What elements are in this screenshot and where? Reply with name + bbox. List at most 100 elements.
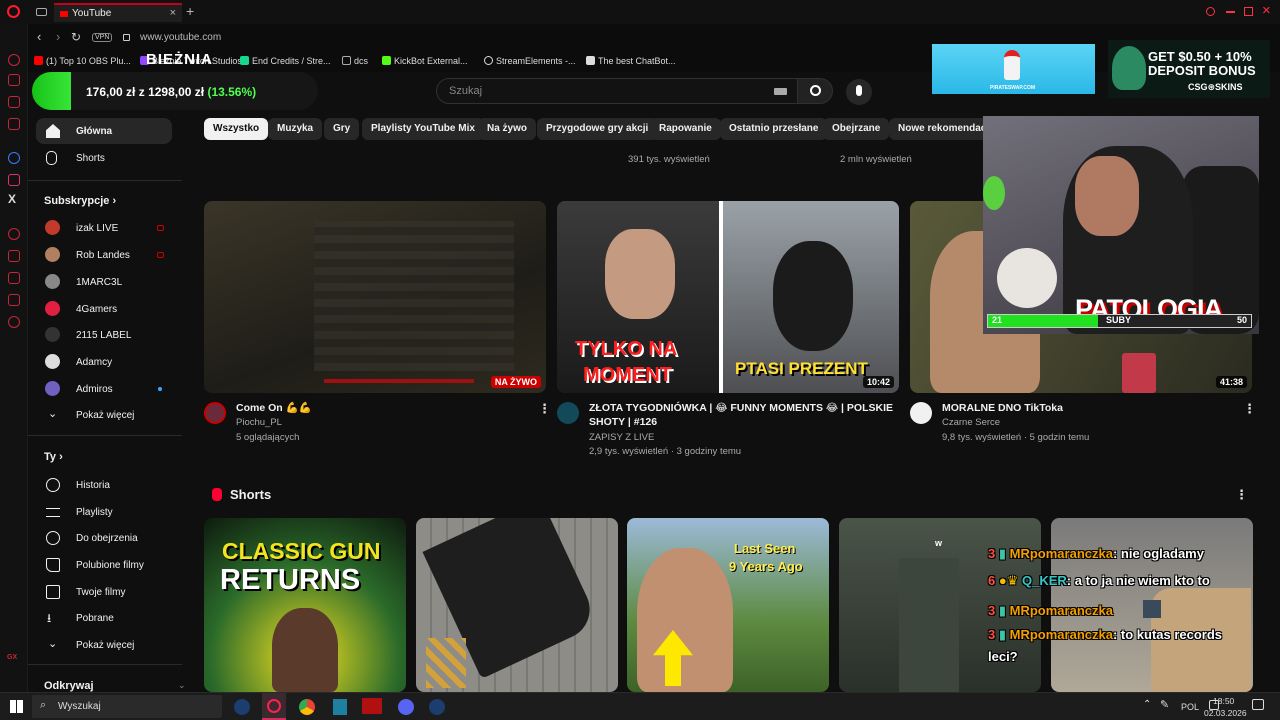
x-twitter-icon[interactable]: X xyxy=(8,192,16,206)
sidebar-item-sub[interactable]: 1MARC3L xyxy=(36,269,172,295)
chip-games[interactable]: Gry xyxy=(324,118,360,140)
nav-watch-later[interactable]: Do obejrzenia xyxy=(36,525,172,551)
sidebar-settings-icon[interactable] xyxy=(8,316,20,328)
close-window-button[interactable]: × xyxy=(1262,2,1271,19)
app-icon[interactable] xyxy=(333,699,347,715)
csgoskins-ad[interactable]: GET $0.50 + 10% DEPOSIT BONUS CSG⊛SKINS xyxy=(1108,40,1270,98)
subscriptions-heading[interactable]: Subskrypcje › xyxy=(44,195,116,207)
chip-rap[interactable]: Rapowanie xyxy=(650,118,721,140)
minimize-button[interactable] xyxy=(1226,11,1235,13)
chip-music[interactable]: Muzyka xyxy=(268,118,323,140)
voicemeeter-icon[interactable] xyxy=(362,698,382,714)
sidebar-bookmarks-icon[interactable] xyxy=(8,118,20,130)
chip-all[interactable]: Wszystko xyxy=(204,118,269,140)
channel-name[interactable]: Czarne Serce xyxy=(942,416,1000,430)
tab-close-icon[interactable]: × xyxy=(170,7,176,19)
workspaces-icon[interactable] xyxy=(36,8,47,16)
search-input[interactable]: Szukaj xyxy=(436,78,798,104)
messenger-icon[interactable] xyxy=(8,152,20,164)
sidebar-item-sub[interactable]: Rob Landes xyxy=(36,242,172,268)
chip-recently-uploaded[interactable]: Ostatnio przesłane xyxy=(720,118,828,140)
short-thumbnail[interactable] xyxy=(416,518,618,692)
bookmark-item[interactable]: dcs xyxy=(342,56,368,66)
bookmark-item[interactable]: KickBot External... xyxy=(382,56,468,66)
maximize-button[interactable] xyxy=(1244,7,1253,16)
sidebar-pinboard-icon[interactable] xyxy=(8,294,20,306)
nav-downloads[interactable]: ⭳ Pobrane xyxy=(36,605,172,631)
clock-time[interactable]: 18:50 xyxy=(1213,696,1234,706)
video-thumbnail[interactable]: NA ŻYWO xyxy=(204,201,546,393)
language-indicator[interactable]: POL xyxy=(1181,702,1199,712)
bookmark-item[interactable]: (1) Top 10 OBS Plu... xyxy=(34,56,131,66)
video-title-line2[interactable]: SHOTY | #126 xyxy=(589,415,657,429)
steam-app-icon[interactable] xyxy=(429,699,445,715)
keyboard-icon[interactable] xyxy=(774,88,787,95)
more-options-icon[interactable]: ⋮ xyxy=(1235,487,1248,503)
nav-home[interactable]: Główna xyxy=(36,118,172,144)
sidebar-aria-icon[interactable] xyxy=(8,54,20,66)
sidebar-history-icon[interactable] xyxy=(8,228,20,240)
short-thumbnail[interactable]: CLASSIC GUN RETURNS xyxy=(204,518,406,692)
sidebar-item-sub[interactable]: Adamcy xyxy=(36,349,172,375)
bookmark-item[interactable]: StreamElements -... xyxy=(484,56,576,66)
more-options-icon[interactable]: ⋮ xyxy=(538,401,551,417)
bookmark-item[interactable]: The best ChatBot... xyxy=(586,56,676,66)
reload-button[interactable]: ↻ xyxy=(71,30,81,44)
opera-logo-icon[interactable] xyxy=(7,5,20,18)
opera-gx-taskbar-icon[interactable] xyxy=(262,693,286,720)
chip-action-adventure[interactable]: Przygodowe gry akcji xyxy=(537,118,658,140)
sub-goal-bar[interactable]: 21 SUBY 50 xyxy=(987,314,1252,328)
search-button[interactable] xyxy=(797,78,833,104)
pirateswap-ad[interactable]: PIRATESWAP.COM xyxy=(932,44,1095,94)
sidebar-player-icon[interactable] xyxy=(8,74,20,86)
tray-chevron-icon[interactable]: ⌃ xyxy=(1143,699,1151,710)
nav-liked[interactable]: Polubione filmy xyxy=(36,552,172,578)
nav-shorts[interactable]: Shorts xyxy=(36,145,172,171)
chrome-icon[interactable] xyxy=(299,699,315,715)
chip-mix[interactable]: Playlisty YouTube Mix xyxy=(362,118,484,140)
channel-name[interactable]: ZAPISY Z LIVE xyxy=(589,431,654,445)
back-button[interactable]: ‹ xyxy=(37,29,41,44)
sidebar-extensions-icon[interactable] xyxy=(8,250,20,262)
chip-live[interactable]: Na żywo xyxy=(478,118,537,140)
notifications-icon[interactable] xyxy=(1252,699,1264,710)
video-title[interactable]: MORALNE DNO TikToka xyxy=(942,401,1063,415)
sidebar-item-sub[interactable]: 2115 LABEL xyxy=(36,322,172,348)
subs-show-more[interactable]: ⌄ Pokaż więcej xyxy=(36,402,172,428)
instagram-icon[interactable] xyxy=(8,174,20,186)
chip-watched[interactable]: Obejrzane xyxy=(823,118,890,140)
clock-date[interactable]: 02.03.2026 xyxy=(1204,708,1247,718)
nav-playlists[interactable]: Playlisty xyxy=(36,499,172,525)
sidebar-item-sub[interactable]: 4Gamers xyxy=(36,296,172,322)
nav-your-videos[interactable]: Twoje filmy xyxy=(36,579,172,605)
taskbar-search[interactable]: ⌕ Wyszukaj xyxy=(32,695,222,718)
sidebar-downloads-icon[interactable] xyxy=(8,272,20,284)
nav-history[interactable]: Historia xyxy=(36,472,172,498)
address-bar[interactable]: www.youtube.com xyxy=(140,32,221,43)
sidebar-item-sub[interactable]: Admiros xyxy=(36,376,172,402)
channel-avatar[interactable] xyxy=(557,402,579,424)
search-tabs-icon[interactable] xyxy=(1206,7,1215,16)
video-thumbnail[interactable]: TYLKO NA MOMENT PTASI PREZENT 10:42 xyxy=(557,201,899,393)
discord-icon[interactable] xyxy=(398,699,414,715)
you-show-more[interactable]: ⌄ Pokaż więcej xyxy=(36,632,172,658)
bookmark-item[interactable]: End Credits / Stre... xyxy=(240,56,331,66)
you-heading[interactable]: Ty › xyxy=(44,451,63,463)
steam-icon[interactable] xyxy=(234,699,250,715)
video-title[interactable]: Come On 💪💪 xyxy=(236,401,312,415)
nav-scroll-down-icon[interactable]: ⌄ xyxy=(178,680,186,691)
voice-search-button[interactable] xyxy=(846,79,872,105)
new-tab-button[interactable]: + xyxy=(186,3,194,19)
sidebar-workspaces-icon[interactable] xyxy=(8,96,20,108)
channel-avatar[interactable] xyxy=(910,402,932,424)
sidebar-item-sub[interactable]: izak LIVE xyxy=(36,215,172,241)
short-thumbnail[interactable]: Last Seen 9 Years Ago xyxy=(627,518,829,692)
channel-avatar[interactable] xyxy=(204,402,226,424)
pen-icon[interactable]: ✎ xyxy=(1160,698,1169,711)
tab-youtube[interactable]: YouTube × xyxy=(54,3,182,22)
video-title[interactable]: ZŁOTA TYGODNIÓWKA | 😂 FUNNY MOMENTS 😂 | … xyxy=(589,401,893,415)
vpn-badge[interactable]: VPN xyxy=(92,33,113,42)
windows-start-icon[interactable] xyxy=(10,700,23,713)
forward-button[interactable]: › xyxy=(56,29,60,44)
more-options-icon[interactable]: ⋮ xyxy=(1243,401,1256,417)
